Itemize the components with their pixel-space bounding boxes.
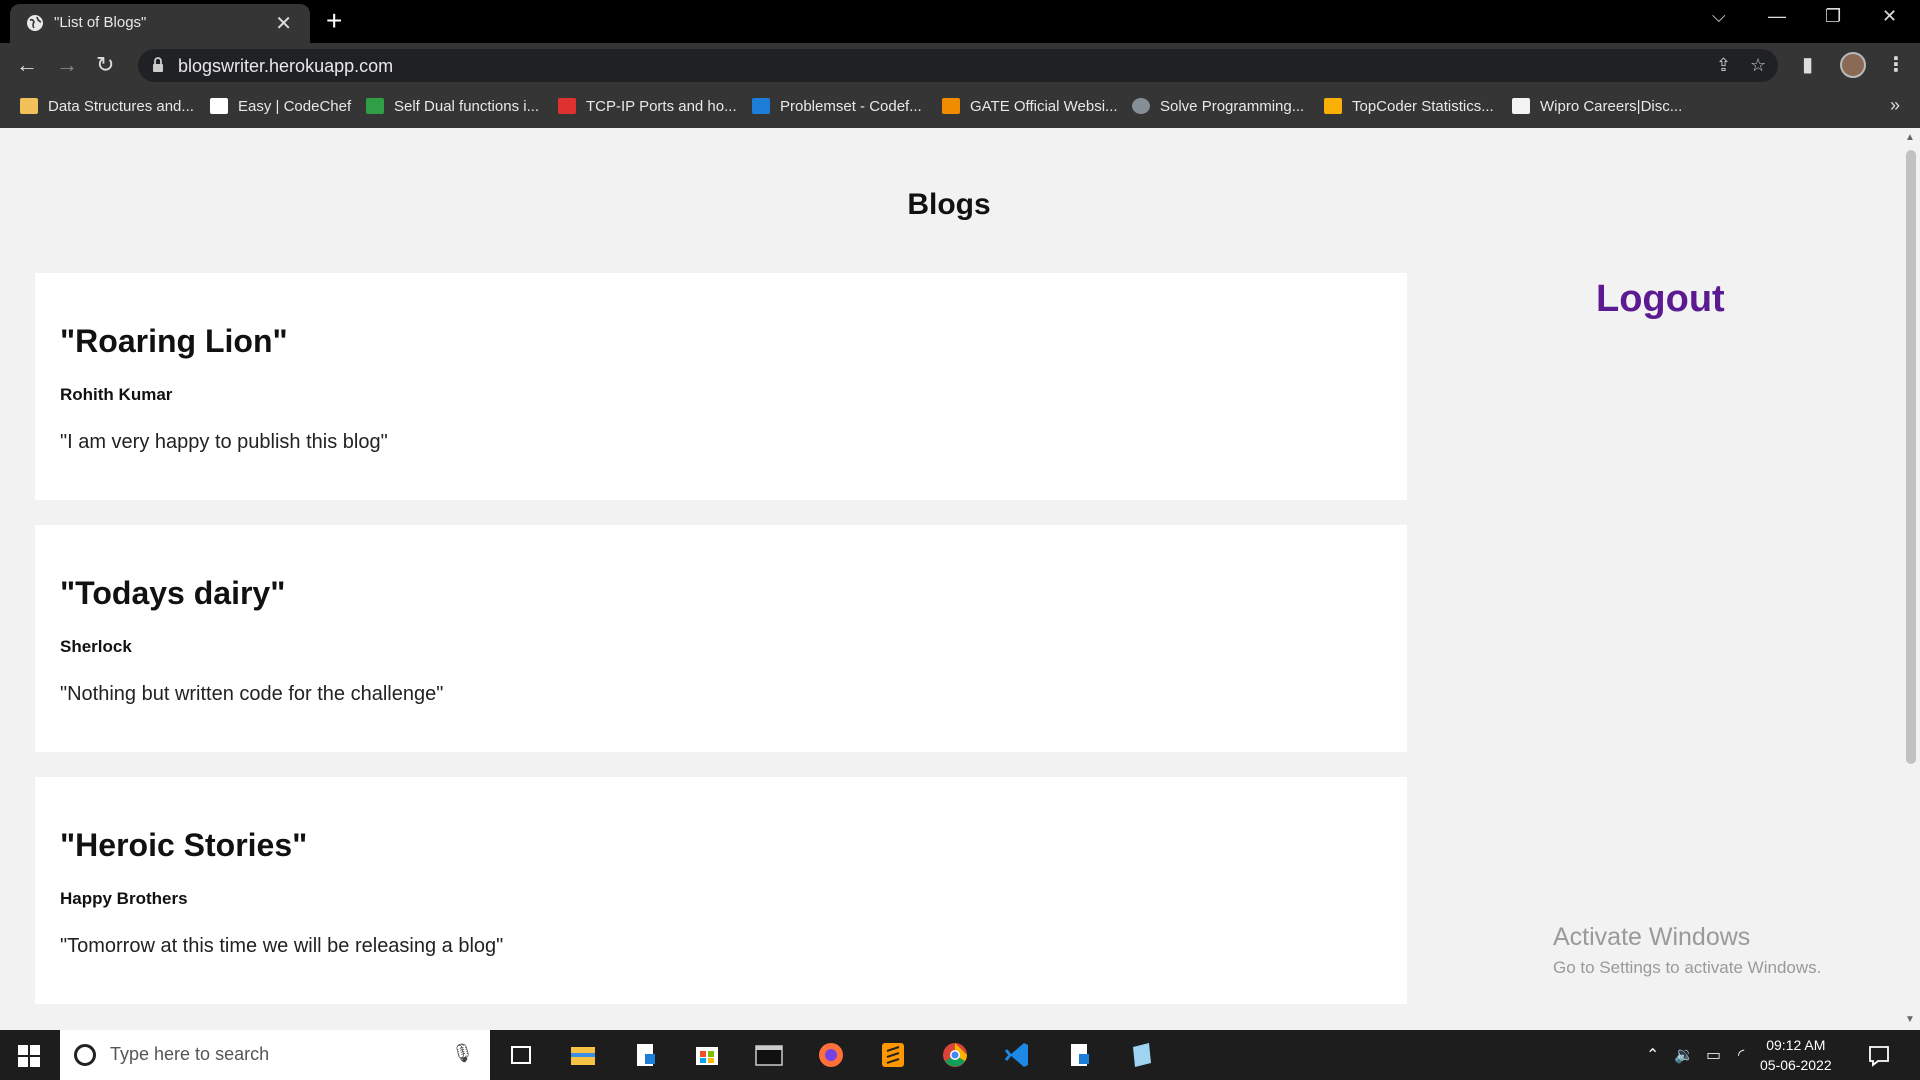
taskbar-search-box[interactable]: Type here to search 🎙 xyxy=(60,1030,490,1080)
favicon-icon xyxy=(1512,98,1530,114)
cortana-icon xyxy=(74,1044,96,1066)
clock-date: 05-06-2022 xyxy=(1760,1057,1832,1073)
browser-tab[interactable]: "List of Blogs" ✕ xyxy=(10,4,310,43)
blog-author: Happy Brothers xyxy=(60,889,188,908)
side-panel-icon[interactable]: ▮ xyxy=(1802,52,1813,77)
bookmark-item[interactable]: TopCoder Statistics... xyxy=(1324,98,1494,115)
blog-card: "Todays dairy" Sherlock "Nothing but wri… xyxy=(35,525,1407,752)
sublime-text-icon[interactable] xyxy=(876,1039,910,1071)
url-text: blogswriter.herokuapp.com xyxy=(178,56,394,76)
restore-icon[interactable]: ❐ xyxy=(1825,6,1841,27)
logout-link[interactable]: Logout xyxy=(1596,278,1725,321)
microsoft-store-icon[interactable] xyxy=(690,1039,724,1071)
bookmark-item[interactable]: Data Structures and... xyxy=(20,98,194,115)
notifications-icon[interactable] xyxy=(1862,1039,1896,1071)
windows-taskbar: Type here to search 🎙 ⌃ 🔉 ▭ ◜ 09:12 AM 0… xyxy=(0,1030,1920,1080)
wifi-icon[interactable]: ◜ xyxy=(1738,1045,1744,1065)
document-app-icon[interactable] xyxy=(1062,1039,1096,1071)
taskbar-clock[interactable]: 09:12 AM 05-06-2022 xyxy=(1760,1035,1832,1075)
lock-icon xyxy=(153,57,163,72)
bookmark-item[interactable]: Solve Programming... xyxy=(1132,98,1304,115)
address-bar[interactable]: blogswriter.herokuapp.com ⇪ ☆ xyxy=(138,49,1778,82)
file-explorer-icon[interactable] xyxy=(566,1039,600,1071)
tab-close-icon[interactable]: ✕ xyxy=(275,11,292,36)
tab-search-icon[interactable]: ⌵ xyxy=(1712,6,1726,27)
bookmark-item[interactable]: Self Dual functions i... xyxy=(366,98,539,115)
activate-windows-watermark: Activate Windows Go to Settings to activ… xyxy=(1553,923,1821,978)
battery-icon[interactable]: ▭ xyxy=(1706,1045,1721,1065)
scroll-down-icon[interactable]: ▼ xyxy=(1905,1014,1915,1025)
back-arrow-icon[interactable]: ← xyxy=(16,52,38,78)
favicon-icon xyxy=(558,98,576,114)
new-tab-button[interactable]: + xyxy=(326,5,342,37)
blog-body: "Tomorrow at this time we will be releas… xyxy=(60,935,504,957)
close-window-icon[interactable]: ✕ xyxy=(1882,6,1897,27)
favicon-icon xyxy=(20,98,38,114)
minimize-icon[interactable]: — xyxy=(1768,6,1786,27)
favicon-icon xyxy=(1324,98,1342,114)
firefox-icon[interactable] xyxy=(814,1039,848,1071)
search-placeholder: Type here to search xyxy=(110,1044,270,1064)
forward-arrow-icon[interactable]: → xyxy=(56,52,78,78)
notepad-icon[interactable] xyxy=(1124,1039,1158,1071)
blog-author: Rohith Kumar xyxy=(60,385,173,404)
watermark-title: Activate Windows xyxy=(1553,923,1751,951)
page-title: Blogs xyxy=(907,188,991,221)
bookmark-item[interactable]: Easy | CodeChef xyxy=(210,98,351,115)
blog-title: "Roaring Lion" xyxy=(60,323,288,359)
vscode-icon[interactable] xyxy=(1000,1039,1034,1071)
bookmark-item[interactable]: Problemset - Codef... xyxy=(752,98,922,115)
globe-icon xyxy=(27,15,43,31)
blog-body: "Nothing but written code for the challe… xyxy=(60,683,444,705)
blog-card: "Heroic Stories" Happy Brothers "Tomorro… xyxy=(35,777,1407,1004)
show-hidden-icons-icon[interactable]: ⌃ xyxy=(1646,1045,1659,1065)
windows-start-icon[interactable] xyxy=(18,1045,40,1067)
tab-title: "List of Blogs" xyxy=(54,14,147,31)
chrome-icon[interactable] xyxy=(938,1039,972,1071)
favicon-icon xyxy=(752,98,770,114)
editor-app-icon[interactable] xyxy=(628,1039,662,1071)
blog-body: "I am very happy to publish this blog" xyxy=(60,431,388,453)
blog-title: "Todays dairy" xyxy=(60,575,286,611)
clock-time: 09:12 AM xyxy=(1766,1037,1826,1053)
bookmark-item[interactable]: Wipro Careers|Disc... xyxy=(1512,98,1682,115)
profile-avatar[interactable] xyxy=(1840,52,1866,78)
browser-tab-bar: "List of Blogs" ✕ + ⌵ — ❐ ✕ xyxy=(0,0,1920,43)
share-icon[interactable]: ⇪ xyxy=(1716,55,1731,76)
favicon-icon xyxy=(210,98,228,114)
menu-kebab-icon[interactable]: ⋮ xyxy=(1886,52,1906,77)
bookmarks-bar: Data Structures and... Easy | CodeChef S… xyxy=(0,88,1920,128)
bookmark-star-icon[interactable]: ☆ xyxy=(1750,55,1766,76)
bookmark-item[interactable]: TCP-IP Ports and ho... xyxy=(558,98,737,115)
blog-author: Sherlock xyxy=(60,637,132,656)
terminal-icon[interactable] xyxy=(752,1039,786,1071)
task-view-icon[interactable] xyxy=(504,1039,538,1071)
favicon-icon xyxy=(366,98,384,114)
scroll-up-icon[interactable]: ▲ xyxy=(1905,132,1915,143)
page-scrollbar[interactable]: ▲ ▼ xyxy=(1902,128,1920,1030)
volume-icon[interactable]: 🔉 xyxy=(1674,1045,1694,1065)
watermark-subtitle: Go to Settings to activate Windows. xyxy=(1553,958,1822,977)
bookmark-item[interactable]: GATE Official Websi... xyxy=(942,98,1118,115)
microphone-icon[interactable]: 🎙 xyxy=(451,1043,474,1064)
favicon-icon xyxy=(1132,98,1150,114)
scrollbar-thumb[interactable] xyxy=(1906,150,1916,764)
more-bookmarks-icon[interactable]: » xyxy=(1890,95,1900,116)
browser-toolbar: ← → ↻ blogswriter.herokuapp.com ⇪ ☆ ▮ ⋮ xyxy=(0,43,1920,88)
reload-icon[interactable]: ↻ xyxy=(96,52,114,78)
page-content: Blogs "Roaring Lion" Rohith Kumar "I am … xyxy=(0,128,1902,1030)
blog-title: "Heroic Stories" xyxy=(60,827,308,863)
blog-card: "Roaring Lion" Rohith Kumar "I am very h… xyxy=(35,273,1407,500)
favicon-icon xyxy=(942,98,960,114)
